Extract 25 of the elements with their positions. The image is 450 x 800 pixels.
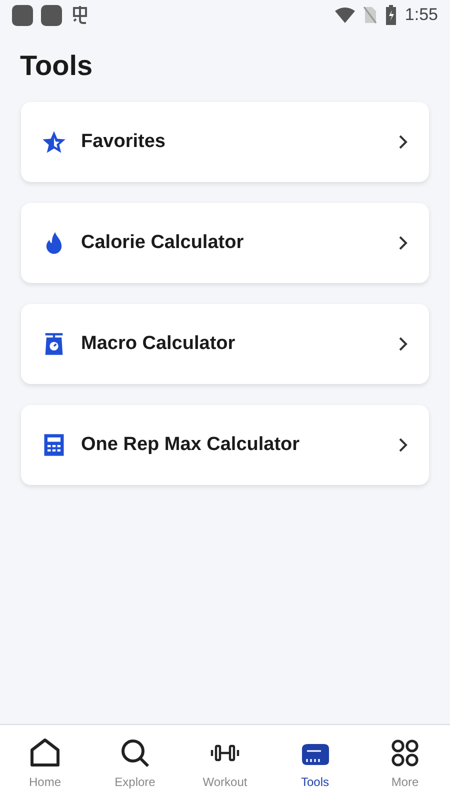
nav-tab[interactable]: Home bbox=[0, 725, 90, 800]
chevron-right-icon bbox=[397, 235, 409, 251]
nav-tab[interactable]: More bbox=[360, 725, 450, 800]
nav-tab[interactable]: Explore bbox=[90, 725, 180, 800]
search-icon bbox=[119, 736, 151, 768]
page-title: Tools bbox=[20, 50, 94, 82]
notification-icon bbox=[70, 5, 90, 25]
nav-tab[interactable]: Workout bbox=[180, 725, 270, 800]
tool-card[interactable]: Favorites bbox=[21, 102, 429, 182]
chevron-right-icon bbox=[397, 336, 409, 352]
no-sim-icon bbox=[362, 6, 377, 24]
star-icon bbox=[41, 129, 67, 155]
tool-card[interactable]: Macro Calculator bbox=[21, 304, 429, 384]
chevron-right-icon bbox=[397, 437, 409, 453]
battery-charging-icon bbox=[384, 5, 397, 25]
wifi-icon bbox=[334, 7, 355, 23]
notification-icon bbox=[41, 4, 62, 26]
grid-icon bbox=[389, 736, 421, 768]
home-icon bbox=[29, 736, 61, 768]
tool-card[interactable]: One Rep Max Calculator bbox=[21, 405, 429, 485]
nav-tab[interactable]: Tools bbox=[270, 725, 360, 800]
chevron-right-icon bbox=[397, 134, 409, 150]
tool-card[interactable]: Calorie Calculator bbox=[21, 203, 429, 283]
status-time: 1:55 bbox=[404, 5, 438, 25]
notification-icon bbox=[12, 4, 33, 26]
